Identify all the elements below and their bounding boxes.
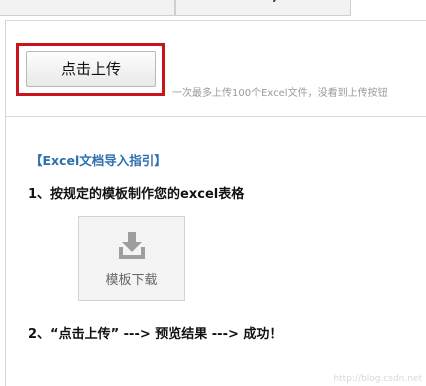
tab-outlook-csv[interactable]: Outlook, CSV [175, 0, 351, 16]
upload-section: 点击上传 一次最多上传100个Excel文件，没看到上传按钮 [6, 21, 426, 117]
guide-step-1: 1、按规定的模板制作您的excel表格 [28, 187, 245, 202]
upload-button[interactable]: 点击上传 [26, 51, 156, 87]
upload-hint: 一次最多上传100个Excel文件，没看到上传按钮 [172, 88, 388, 99]
import-panel: 点击上传 一次最多上传100个Excel文件，没看到上传按钮 【Excel文档导… [5, 20, 426, 386]
watermark: http://blog.csdn.net [333, 374, 422, 384]
tab-vcard[interactable]: vCard [0, 0, 175, 16]
guide-title: 【Excel文档导入指引】 [30, 153, 167, 168]
template-download-label: 模板下载 [105, 273, 158, 288]
download-icon [119, 232, 145, 259]
template-download-button[interactable]: 模板下载 [78, 216, 185, 301]
import-page: vCard Outlook, CSV E 点击上传 一次最多上传100个Exce… [0, 0, 426, 386]
guide-step-2: 2、“点击上传” ---> 预览结果 ---> 成功！ [28, 327, 283, 342]
tab-excel[interactable]: E [351, 0, 426, 16]
tab-bar: vCard Outlook, CSV E [0, 0, 426, 20]
